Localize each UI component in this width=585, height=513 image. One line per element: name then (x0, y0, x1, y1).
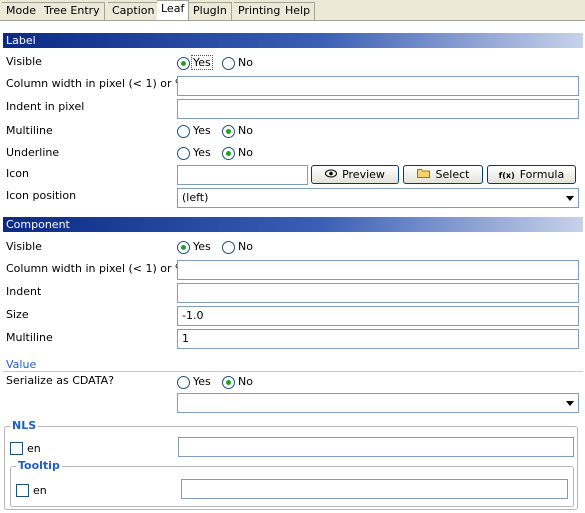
eye-icon (325, 166, 338, 183)
label-colwidth-label: Column width in pixel (< 1) or %... (6, 77, 196, 90)
component-indent-input[interactable] (177, 283, 579, 303)
label-underline-yes-radio[interactable] (177, 147, 190, 160)
component-indent-label: Indent (6, 285, 42, 298)
icon-position-value: (left) (182, 191, 209, 204)
preview-button[interactable]: Preview (311, 165, 399, 184)
label-multiline-label: Multiline (6, 124, 53, 137)
formula-button[interactable]: f(x) Formula (487, 165, 576, 184)
cdata-yes-radio[interactable] (177, 376, 190, 389)
label-icon-position-label: Icon position (6, 189, 77, 202)
folder-icon (416, 166, 431, 183)
label-visible-label: Visible (6, 55, 42, 68)
label-underline-no-radio[interactable] (222, 147, 235, 160)
label-multiline-no-radio[interactable] (222, 125, 235, 138)
component-multiline-input[interactable]: 1 (177, 329, 579, 349)
label-visible-yes-radio[interactable] (177, 57, 190, 70)
chevron-down-icon (566, 196, 574, 201)
component-section-header: Component (3, 217, 583, 232)
label-multiline-yes-text[interactable]: Yes (193, 124, 211, 137)
tab-help[interactable]: Help (281, 2, 316, 20)
chevron-down-icon (566, 401, 574, 406)
tab-tree-entry[interactable]: Tree Entry (40, 2, 105, 20)
preview-button-label: Preview (342, 168, 385, 181)
label-multiline-yes-radio[interactable] (177, 125, 190, 138)
label-underline-label: Underline (6, 146, 60, 159)
component-visible-yes-text[interactable]: Yes (193, 240, 211, 253)
select-button[interactable]: Select (403, 165, 483, 184)
cdata-no-text[interactable]: No (238, 375, 253, 388)
label-underline-no-text[interactable]: No (238, 146, 253, 159)
select-button-label: Select (435, 168, 470, 181)
component-colwidth-label: Column width in pixel (< 1) or %... (6, 262, 196, 275)
nls-en-checkbox[interactable] (10, 442, 23, 455)
label-underline-yes-text[interactable]: Yes (193, 146, 211, 159)
tab-bar: Mode Tree Entry Caption Leaf PlugIn Prin… (0, 0, 585, 22)
label-multiline-no-text[interactable]: No (238, 124, 253, 137)
icon-path-input[interactable] (177, 165, 308, 185)
tab-caption[interactable]: Caption (108, 2, 160, 20)
component-visible-yes-radio[interactable] (177, 241, 190, 254)
label-visible-no-radio[interactable] (222, 57, 235, 70)
tab-plugin[interactable]: PlugIn (189, 2, 232, 20)
label-indent-input[interactable] (177, 99, 579, 119)
icon-position-select[interactable]: (left) (177, 188, 579, 208)
label-icon-label: Icon (6, 167, 29, 180)
label-visible-yes-text[interactable]: Yes (191, 55, 213, 70)
tooltip-en-input[interactable] (181, 479, 568, 499)
tooltip-en-checkbox[interactable] (16, 484, 29, 497)
component-visible-no-radio[interactable] (222, 241, 235, 254)
nls-en-input[interactable] (178, 437, 574, 457)
cdata-label: Serialize as CDATA? (6, 374, 115, 387)
label-visible-no-text[interactable]: No (238, 56, 253, 69)
label-section-header: Label (3, 33, 583, 48)
nls-en-label: en (27, 442, 41, 455)
formula-button-label: Formula (519, 168, 565, 181)
tab-mode[interactable]: Mode (2, 2, 41, 20)
label-indent-label: Indent in pixel (6, 100, 85, 113)
component-colwidth-input[interactable] (177, 260, 579, 280)
value-section-divider (3, 371, 583, 372)
tooltip-en-label: en (33, 484, 47, 497)
component-size-label: Size (6, 308, 29, 321)
cdata-no-radio[interactable] (222, 376, 235, 389)
value-section-title: Value (6, 358, 37, 371)
component-visible-label: Visible (6, 240, 42, 253)
value-select[interactable] (177, 393, 579, 413)
cdata-yes-text[interactable]: Yes (193, 375, 211, 388)
label-colwidth-input[interactable] (177, 76, 579, 96)
component-size-input[interactable]: -1.0 (177, 306, 579, 326)
tab-leaf[interactable]: Leaf (157, 0, 190, 20)
formula-icon: f(x) (498, 171, 515, 180)
tab-printing[interactable]: Printing (234, 2, 286, 20)
tooltip-group-title: Tooltip (16, 459, 62, 472)
component-multiline-label: Multiline (6, 331, 53, 344)
component-visible-no-text[interactable]: No (238, 240, 253, 253)
nls-group-title: NLS (10, 419, 39, 432)
